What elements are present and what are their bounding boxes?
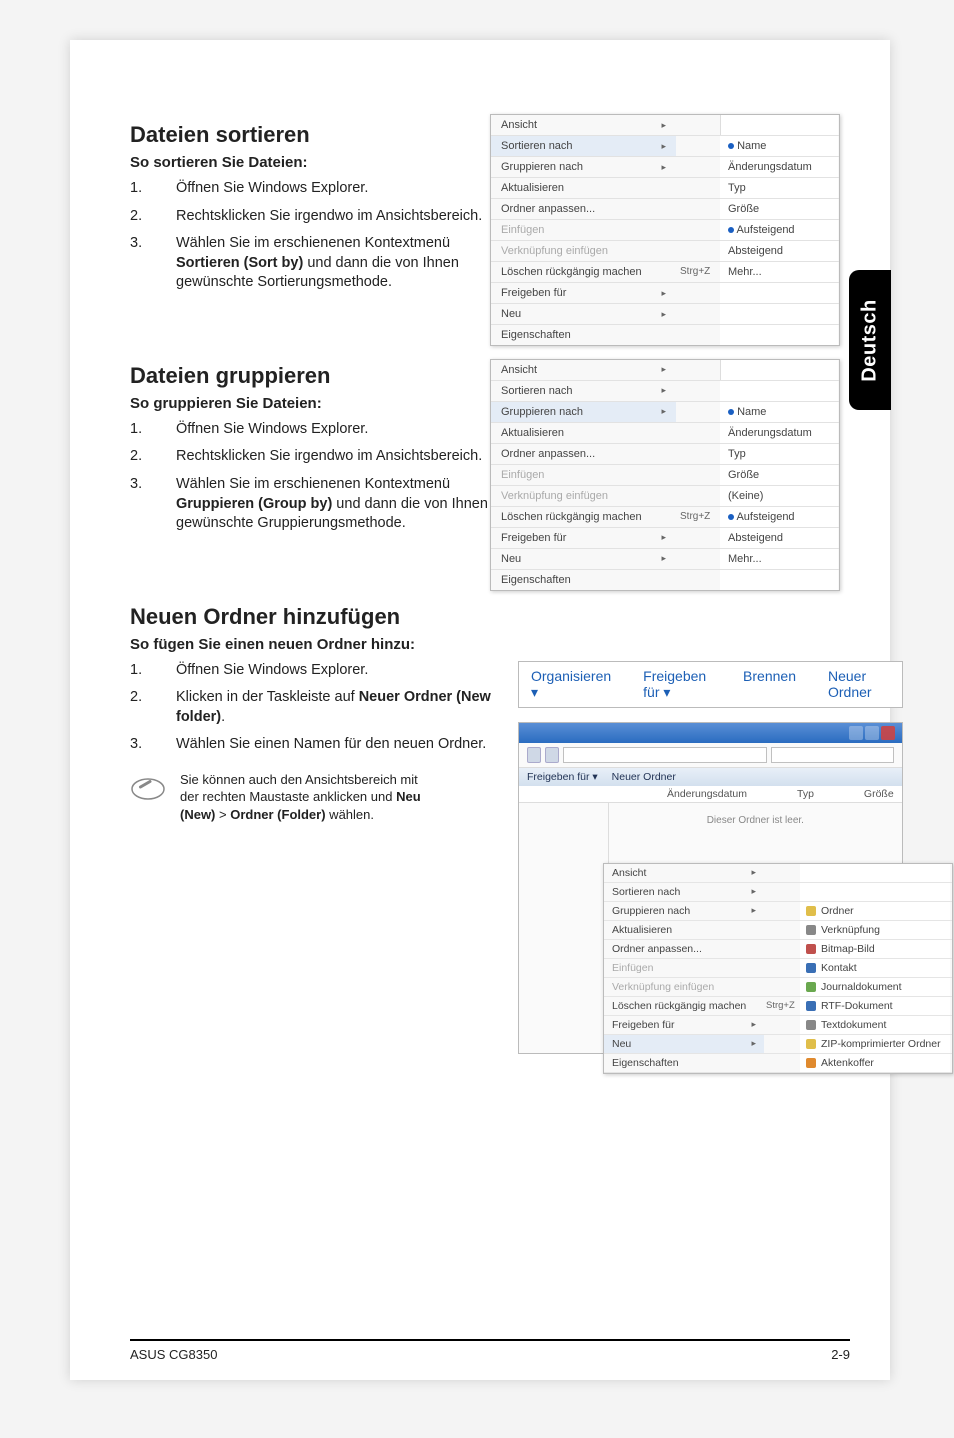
- context-menu-group: Ansicht▸ Sortieren nach▸ Gruppieren nach…: [490, 359, 840, 591]
- context-menu-new: Ansicht▸ Sortieren nach▸ Gruppieren nach…: [603, 863, 953, 1074]
- section-group: Dateien gruppieren So gruppieren Sie Dat…: [130, 363, 850, 534]
- tb-burn[interactable]: Brennen: [743, 668, 796, 701]
- steps-newfolder: 1.Öffnen Sie Windows Explorer. 2.Klicken…: [130, 661, 500, 755]
- section-sort: Dateien sortieren So sortieren Sie Datei…: [130, 122, 850, 293]
- language-tab: Deutsch: [849, 270, 891, 410]
- tb-newfolder[interactable]: Neuer Ordner: [828, 668, 890, 701]
- context-menu-sort: Ansicht▸ Sortieren nach▸ Name Gruppieren…: [490, 114, 840, 346]
- section-newfolder: Neuen Ordner hinzufügen So fügen Sie ein…: [130, 604, 850, 1054]
- tb-organize[interactable]: Organisieren ▾: [531, 668, 611, 701]
- explorer-toolbar: Organisieren ▾ Freigeben für ▾ Brennen N…: [518, 661, 903, 708]
- pencil-icon: [130, 771, 166, 812]
- explorer-window: Freigeben für ▾Neuer Ordner Änderungsdat…: [518, 722, 903, 1054]
- tb-share[interactable]: Freigeben für ▾: [643, 668, 711, 701]
- subheading-newfolder: So fügen Sie einen neuen Ordner hinzu:: [130, 636, 850, 653]
- page-footer: ASUS CG8350 2-9: [130, 1339, 850, 1362]
- footer-left: ASUS CG8350: [130, 1347, 217, 1362]
- heading-newfolder: Neuen Ordner hinzufügen: [130, 604, 850, 630]
- footer-right: 2-9: [831, 1347, 850, 1362]
- note-tip: Sie können auch den Ansichtsbereich mit …: [130, 771, 500, 824]
